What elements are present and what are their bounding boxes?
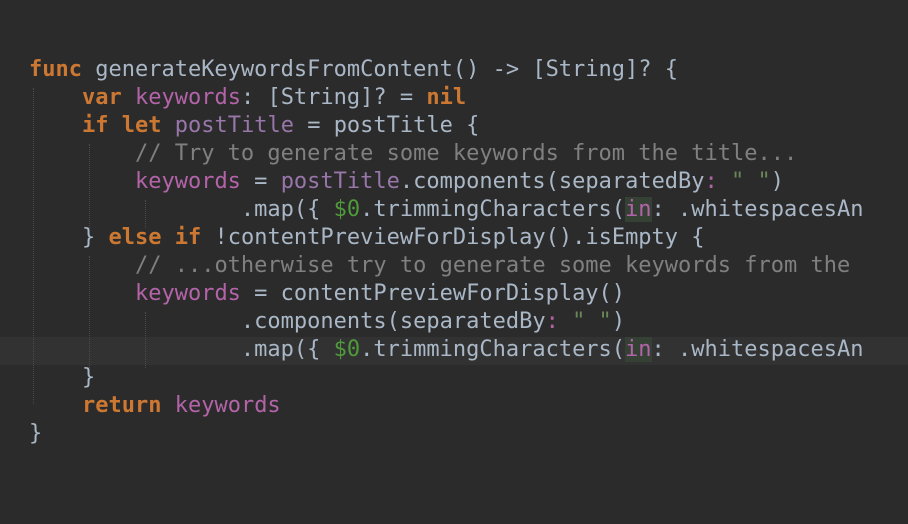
keyword-token: nil [426, 85, 467, 110]
code-line-2[interactable]: var keywords: [String]? = nil [29, 84, 466, 112]
variable-token: postTitle [174, 113, 294, 138]
argument-label-token: in [625, 197, 652, 222]
code-line-10[interactable]: .components(separatedBy: " ") [29, 308, 625, 336]
code-token: .trimmingCharacters( [360, 337, 626, 362]
code-line-12[interactable]: } [29, 364, 95, 392]
code-token: ) [611, 309, 626, 334]
string-token: " " [572, 309, 612, 334]
comment-token: // Try to generate some keywords from th… [134, 141, 798, 166]
closure-arg-token: $0 [333, 337, 361, 362]
code-token: = contentPreviewForDisplay() [240, 281, 626, 306]
keyword-token: else [108, 225, 162, 250]
code-token: .components(separatedBy [240, 309, 546, 334]
code-token: : [String]? = [240, 85, 427, 110]
code-line-14[interactable]: } [29, 420, 42, 448]
argument-label-token: : [704, 169, 732, 194]
code-token: } [29, 421, 43, 446]
code-line-9[interactable]: keywords = contentPreviewForDisplay() [29, 280, 625, 308]
variable-token: keywords [174, 393, 281, 418]
closure-arg-token: $0 [333, 197, 361, 222]
variable-token: postTitle [280, 169, 400, 194]
code-line-4[interactable]: // Try to generate some keywords from th… [29, 140, 797, 168]
keyword-token: func [29, 57, 82, 82]
variable-token: keywords [134, 169, 241, 194]
keyword-token: if [174, 225, 202, 250]
argument-label-token: : [545, 309, 573, 334]
code-line-6[interactable]: .map({ $0.trimmingCharacters(in: .whites… [29, 196, 863, 224]
keyword-token: var [81, 85, 122, 110]
code-token: generateKeywordsFromContent() -> [String… [81, 57, 679, 82]
code-line-11[interactable]: .map({ $0.trimmingCharacters(in: .whites… [29, 336, 863, 364]
keyword-token: return [81, 393, 162, 418]
code-token: ) [770, 169, 785, 194]
keyword-token: let [121, 113, 162, 138]
code-token: } [81, 225, 109, 250]
code-line-5[interactable]: keywords = postTitle.components(separate… [29, 168, 784, 196]
keyword-token: if [81, 113, 109, 138]
code-token: } [81, 365, 96, 390]
argument-label-token: in [625, 337, 652, 362]
code-token: = postTitle { [293, 113, 480, 138]
variable-token: keywords [134, 281, 241, 306]
code-token: = [240, 169, 281, 194]
code-token: .map({ [240, 197, 334, 222]
code-line-3[interactable]: if let postTitle = postTitle { [29, 112, 479, 140]
code-token: .components(separatedBy [399, 169, 705, 194]
comment-token: // ...otherwise try to generate some key… [134, 253, 864, 278]
code-token: : .whitespacesAn [651, 337, 864, 362]
code-token: .map({ [240, 337, 334, 362]
code-token: .trimmingCharacters( [360, 197, 626, 222]
code-line-1[interactable]: func generateKeywordsFromContent() -> [S… [29, 56, 678, 84]
code-editor[interactable]: func generateKeywordsFromContent() -> [S… [0, 0, 908, 524]
variable-token: keywords [134, 85, 241, 110]
code-line-13[interactable]: return keywords [29, 392, 281, 420]
code-line-7[interactable]: } else if !contentPreviewForDisplay().is… [29, 224, 705, 252]
code-token: !contentPreviewForDisplay().isEmpty { [201, 225, 705, 250]
code-token: : .whitespacesAn [651, 197, 864, 222]
string-token: " " [731, 169, 771, 194]
code-line-8[interactable]: // ...otherwise try to generate some key… [29, 252, 863, 280]
